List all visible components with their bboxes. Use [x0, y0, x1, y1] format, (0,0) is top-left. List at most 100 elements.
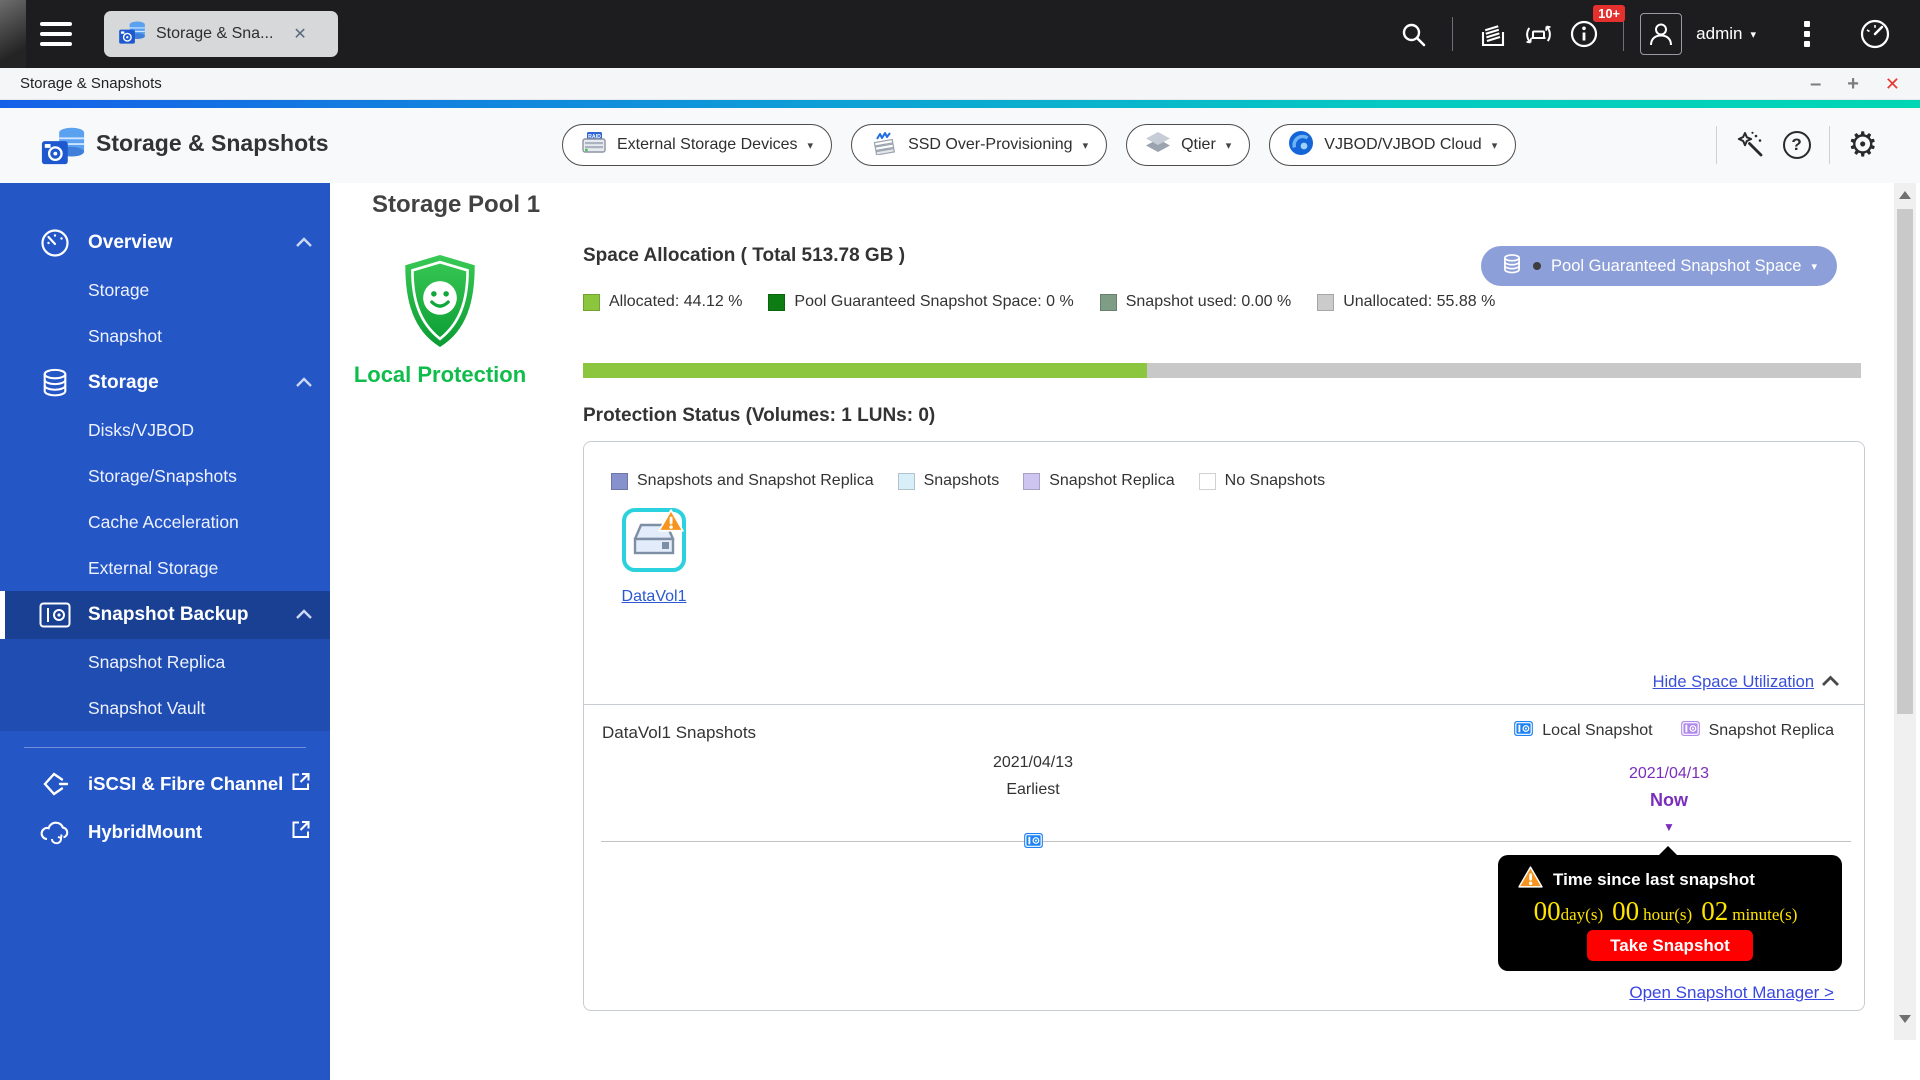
- resource-monitor-icon[interactable]: [1852, 11, 1898, 57]
- dropdown-label: Qtier: [1181, 136, 1216, 153]
- warning-icon: [658, 509, 684, 538]
- sidebar-item-external-storage[interactable]: External Storage: [0, 545, 330, 591]
- iscsi-icon: [38, 769, 72, 799]
- timeline-title: DataVol1 Snapshots: [602, 723, 757, 742]
- time-since-snapshot: 00day(s) 00 hour(s) 02 minute(s): [1498, 896, 1842, 927]
- chevron-down-icon: ▾: [1082, 139, 1089, 152]
- space-allocation-title: Space Allocation ( Total 513.78 GB ): [583, 245, 906, 266]
- sidebar-item-snapshot-replica[interactable]: Snapshot Replica: [0, 639, 330, 685]
- legend-label: Snapshot used: 0.00 %: [1125, 293, 1292, 310]
- more-options-icon[interactable]: [1784, 21, 1830, 47]
- sidebar-item-cache-acceleration[interactable]: Cache Acceleration: [0, 499, 330, 545]
- selector-label: Pool Guaranteed Snapshot Space: [1551, 256, 1802, 275]
- recommended-tools-icon[interactable]: [1735, 130, 1765, 160]
- legend-swatch: [1099, 293, 1117, 311]
- close-icon[interactable]: ✕: [1885, 75, 1900, 93]
- app-tab-storage-snapshots[interactable]: Storage & Sna... ✕: [104, 11, 338, 57]
- external-device-sync-icon[interactable]: [1515, 11, 1561, 57]
- chevron-down-icon: ▾: [1811, 260, 1817, 273]
- content-area: Overview Storage Snapshot Storage Disks/…: [0, 183, 1920, 1080]
- sidebar-item-label: Snapshot Backup: [88, 604, 249, 625]
- sidebar-item-hybridmount[interactable]: HybridMount: [0, 808, 330, 856]
- legend-swatch: [1023, 472, 1041, 490]
- minimize-icon[interactable]: –: [1810, 74, 1821, 94]
- sidebar-item-storage-overview[interactable]: Storage: [0, 267, 330, 313]
- hours-unit: hour(s): [1643, 905, 1693, 924]
- scroll-down-arrow[interactable]: [1899, 1015, 1911, 1023]
- sidebar-item-label: Snapshot Vault: [88, 697, 206, 718]
- local-snapshot-icon: [1514, 721, 1534, 741]
- maximize-icon[interactable]: +: [1847, 74, 1859, 94]
- snapshot-marker-icon[interactable]: [1024, 833, 1043, 853]
- earliest-label: Earliest: [1006, 781, 1060, 798]
- now-marker-icon: ▼: [1663, 820, 1675, 834]
- dropdown-external-storage-devices[interactable]: RAID External Storage Devices ▾: [562, 124, 833, 166]
- help-icon[interactable]: ?: [1782, 131, 1811, 159]
- sidebar-item-snapshot-vault[interactable]: Snapshot Vault: [0, 685, 330, 731]
- scrollbar-thumb[interactable]: [1897, 209, 1913, 714]
- snapshot-space-selector[interactable]: Pool Guaranteed Snapshot Space ▾: [1481, 246, 1837, 286]
- bullet-dot: [1533, 262, 1542, 270]
- hours-value: 00: [1612, 896, 1640, 926]
- dropdown-label: VJBOD/VJBOD Cloud: [1324, 136, 1482, 153]
- legend-swatch: [897, 472, 915, 490]
- chevron-down-icon: ▾: [1491, 139, 1498, 152]
- allocated-fill: [583, 363, 1147, 378]
- settings-gear-icon[interactable]: ⚙: [1848, 128, 1878, 162]
- dropdown-label: External Storage Devices: [617, 136, 798, 153]
- chevron-up-icon: [1821, 674, 1840, 692]
- legend-swatch: [1198, 472, 1216, 490]
- main-menu-button[interactable]: [40, 16, 84, 52]
- sidebar-item-iscsi-fibre-channel[interactable]: iSCSI & Fibre Channel: [0, 760, 330, 808]
- storage-app-icon: [40, 122, 86, 173]
- dropdown-vjbod[interactable]: VJBOD/VJBOD Cloud ▾: [1269, 124, 1517, 166]
- window-controls: – + ✕: [1810, 74, 1900, 94]
- legend-item: Snapshot Replica: [1680, 721, 1834, 741]
- storage-app-icon: [118, 18, 146, 51]
- volume-link[interactable]: DataVol1: [602, 588, 706, 606]
- sidebar-item-label: Storage/Snapshots: [88, 465, 237, 486]
- legend-item: Snapshots and Snapshot Replica: [611, 472, 874, 490]
- timeline-axis: [601, 841, 1851, 842]
- search-icon[interactable]: [1390, 11, 1436, 57]
- divider: [1828, 126, 1830, 164]
- user-avatar[interactable]: [1640, 13, 1683, 55]
- scroll-up-arrow[interactable]: [1899, 191, 1911, 199]
- sidebar-item-disks-vjbod[interactable]: Disks/VJBOD: [0, 407, 330, 453]
- qnap-desktop: Storage & Sna... ✕ 10+ admin ▾ Storage &…: [0, 0, 1920, 1080]
- desktop-topbar: Storage & Sna... ✕ 10+ admin ▾: [0, 0, 1920, 68]
- sidebar-item-label: Storage: [88, 372, 159, 393]
- open-snapshot-manager-link[interactable]: Open Snapshot Manager >: [1629, 983, 1834, 1003]
- sidebar-item-storage-snapshots[interactable]: Storage/Snapshots: [0, 453, 330, 499]
- legend-label: Unallocated: 55.88 %: [1343, 293, 1496, 310]
- user-menu[interactable]: admin ▾: [1696, 24, 1756, 44]
- legend-label: Snapshot Replica: [1708, 722, 1834, 739]
- sidebar-item-label: Disks/VJBOD: [88, 419, 194, 440]
- header-tools: ? ⚙: [1715, 124, 1878, 166]
- background-tasks-icon[interactable]: [1469, 11, 1515, 57]
- tab-close-icon[interactable]: ✕: [293, 24, 306, 44]
- dropdown-qtier[interactable]: Qtier ▾: [1126, 124, 1251, 166]
- volume-tile-datavol1[interactable]: [622, 508, 686, 572]
- accent-gradient-bar: [0, 100, 1920, 108]
- raid-drive-icon: RAID: [581, 131, 607, 160]
- chevron-down-icon: ▾: [1225, 139, 1232, 152]
- snapshot-replica-icon: [1680, 721, 1700, 741]
- notifications-icon[interactable]: 10+: [1561, 5, 1626, 57]
- legend-item: Snapshots: [897, 472, 999, 490]
- external-link-icon: [290, 819, 312, 846]
- app-header: Storage & Snapshots RAID External Storag…: [0, 108, 1920, 183]
- sidebar-item-storage[interactable]: Storage: [0, 359, 330, 407]
- divider: [1452, 17, 1454, 51]
- dropdown-ssd-over-provisioning[interactable]: SSD Over-Provisioning ▾: [851, 124, 1108, 166]
- timeline-now: 2021/04/13 Now: [1579, 761, 1759, 813]
- hide-space-utilization-link[interactable]: Hide Space Utilization: [1653, 673, 1840, 692]
- vjbod-gem-icon: [1288, 130, 1314, 161]
- protection-status-card: Snapshots and Snapshot Replica Snapshots…: [583, 441, 1865, 1011]
- sidebar-item-snapshot-overview[interactable]: Snapshot: [0, 313, 330, 359]
- sidebar-item-overview[interactable]: Overview: [0, 219, 330, 267]
- sidebar-item-snapshot-backup[interactable]: Snapshot Backup: [0, 591, 330, 639]
- notification-badge: 10+: [1593, 5, 1626, 22]
- scrollbar-track[interactable]: [1894, 183, 1916, 1040]
- take-snapshot-button[interactable]: Take Snapshot: [1587, 930, 1753, 961]
